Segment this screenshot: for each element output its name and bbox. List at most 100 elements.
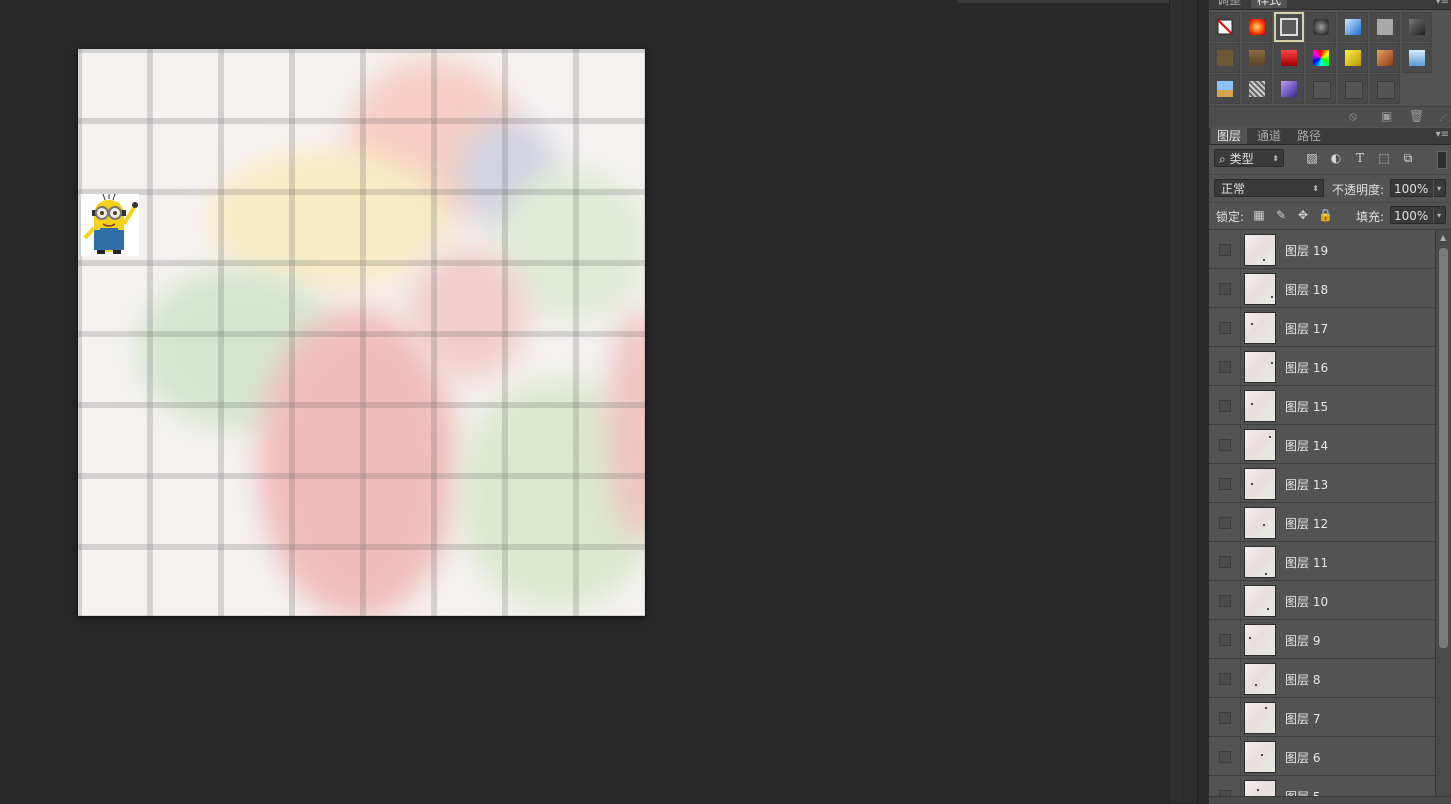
style-gold-swatch[interactable]: [1338, 43, 1368, 73]
layer-thumbnail[interactable]: [1244, 351, 1276, 383]
style-purple-swatch[interactable]: [1274, 74, 1304, 104]
document-workspace[interactable]: [0, 0, 1169, 803]
style-copper-swatch[interactable]: [1370, 43, 1400, 73]
layer-row[interactable]: 图层 14: [1209, 425, 1435, 464]
layer-row[interactable]: 图层 18: [1209, 269, 1435, 308]
image-filter-icon[interactable]: ▨: [1305, 151, 1319, 165]
layer-thumbnail[interactable]: [1244, 741, 1276, 773]
adjustment-filter-icon[interactable]: ◐: [1329, 151, 1343, 165]
style-empty-swatch[interactable]: [1306, 74, 1336, 104]
layer-row[interactable]: 图层 10: [1209, 581, 1435, 620]
filter-type-select[interactable]: ⌕ 类型 ⬍: [1214, 149, 1284, 167]
style-none-swatch[interactable]: [1210, 12, 1240, 42]
lock-all-icon[interactable]: 🔒: [1318, 208, 1333, 222]
opacity-input[interactable]: 100% ▾: [1390, 179, 1446, 198]
resize-grip-icon[interactable]: ⋰: [1439, 113, 1447, 122]
visibility-toggle[interactable]: [1219, 712, 1231, 724]
style-empty-swatch[interactable]: [1338, 74, 1368, 104]
layer-row[interactable]: 图层 7: [1209, 698, 1435, 737]
layer-thumbnail[interactable]: [1244, 585, 1276, 617]
layer-thumbnail[interactable]: [1244, 702, 1276, 734]
tab-channels[interactable]: 通道: [1251, 128, 1287, 144]
tab-styles[interactable]: 样式: [1251, 0, 1288, 8]
workspace-vertical-scrollbar[interactable]: [1169, 0, 1198, 803]
panel-menu-icon[interactable]: ▾≡: [1436, 0, 1449, 9]
style-brown-swatch[interactable]: [1210, 43, 1240, 73]
clear-style-icon[interactable]: ⦸: [1349, 109, 1357, 124]
fill-input[interactable]: 100% ▾: [1390, 206, 1446, 225]
layer-thumbnail[interactable]: [1244, 624, 1276, 656]
layer-row[interactable]: 图层 8: [1209, 659, 1435, 698]
lock-paint-icon[interactable]: ✎: [1274, 208, 1288, 222]
visibility-toggle[interactable]: [1219, 478, 1231, 490]
layer-thumbnail[interactable]: [1244, 468, 1276, 500]
scrollbar-thumb[interactable]: [1439, 248, 1448, 648]
layer-row[interactable]: 图层 17: [1209, 308, 1435, 347]
layer-thumbnail[interactable]: [1244, 663, 1276, 695]
style-red-glow-swatch[interactable]: [1242, 12, 1272, 42]
style-landscape-swatch[interactable]: [1210, 74, 1240, 104]
visibility-toggle[interactable]: [1219, 322, 1231, 334]
style-gray-swatch[interactable]: [1370, 12, 1400, 42]
shape-filter-icon[interactable]: ⬚: [1377, 151, 1391, 165]
layer-row[interactable]: 图层 9: [1209, 620, 1435, 659]
layer-row[interactable]: 图层 16: [1209, 347, 1435, 386]
style-blue-glass-swatch[interactable]: [1338, 12, 1368, 42]
layer-thumbnail[interactable]: [1244, 234, 1276, 266]
layer-name: 图层 6: [1285, 751, 1321, 765]
visibility-toggle[interactable]: [1219, 283, 1231, 295]
row-divider: [1240, 659, 1241, 697]
layer-row[interactable]: 图层 15: [1209, 386, 1435, 425]
delete-style-icon[interactable]: 🗑: [1409, 109, 1424, 123]
scroll-up-icon[interactable]: ▲: [1440, 233, 1446, 242]
tab-adjustments[interactable]: 调整: [1211, 0, 1247, 8]
style-sky-swatch[interactable]: [1402, 43, 1432, 73]
layer-row[interactable]: 图层 12: [1209, 503, 1435, 542]
type-filter-icon[interactable]: T: [1353, 151, 1367, 165]
style-dark-chrome-swatch[interactable]: [1306, 12, 1336, 42]
style-pattern-swatch[interactable]: [1242, 74, 1272, 104]
style-red-bevel-swatch[interactable]: [1274, 43, 1304, 73]
visibility-toggle[interactable]: [1219, 673, 1231, 685]
thumbnail-dot: [1269, 436, 1271, 438]
smart-object-filter-icon[interactable]: ⧉: [1401, 151, 1415, 165]
tab-paths[interactable]: 路径: [1291, 128, 1327, 144]
visibility-toggle[interactable]: [1219, 517, 1231, 529]
layer-thumbnail[interactable]: [1244, 507, 1276, 539]
chevron-down-icon[interactable]: ▾: [1432, 180, 1441, 198]
style-empty-swatch[interactable]: [1370, 74, 1400, 104]
visibility-toggle[interactable]: [1219, 244, 1231, 256]
layer-row[interactable]: 图层 13: [1209, 464, 1435, 503]
visibility-toggle[interactable]: [1219, 439, 1231, 451]
chevron-down-icon[interactable]: ▾: [1432, 207, 1441, 225]
lock-move-icon[interactable]: ✥: [1296, 208, 1310, 222]
visibility-toggle[interactable]: [1219, 634, 1231, 646]
style-wood-swatch[interactable]: [1242, 43, 1272, 73]
style-gray-bevel-swatch[interactable]: [1402, 12, 1432, 42]
style-selected-swatch[interactable]: [1274, 12, 1304, 42]
style-rainbow-swatch[interactable]: [1306, 43, 1336, 73]
filter-toggle-switch[interactable]: [1437, 151, 1447, 169]
layers-scrollbar[interactable]: ▲: [1435, 230, 1451, 803]
visibility-toggle[interactable]: [1219, 751, 1231, 763]
minion-image[interactable]: [81, 193, 139, 256]
layer-thumbnail[interactable]: [1244, 312, 1276, 344]
layer-thumbnail[interactable]: [1244, 390, 1276, 422]
visibility-toggle[interactable]: [1219, 556, 1231, 568]
lock-transparent-icon[interactable]: ▦: [1252, 208, 1266, 222]
layer-thumbnail[interactable]: [1244, 546, 1276, 578]
new-style-icon[interactable]: ▣: [1381, 109, 1392, 123]
layer-row[interactable]: 图层 6: [1209, 737, 1435, 776]
layer-row[interactable]: 图层 11: [1209, 542, 1435, 581]
layers-panel-menu-icon[interactable]: ▾≡: [1436, 128, 1449, 142]
document-canvas[interactable]: [78, 49, 645, 616]
layer-row[interactable]: 图层 19: [1209, 230, 1435, 269]
layer-thumbnail[interactable]: [1244, 429, 1276, 461]
visibility-toggle[interactable]: [1219, 595, 1231, 607]
layer-thumbnail[interactable]: [1244, 273, 1276, 305]
visibility-toggle[interactable]: [1219, 361, 1231, 373]
tab-layers[interactable]: 图层: [1211, 128, 1248, 144]
visibility-toggle[interactable]: [1219, 400, 1231, 412]
blend-mode-select[interactable]: 正常 ⬍: [1214, 179, 1324, 197]
layer-list[interactable]: 图层 19 图层 18 图层 17 图层 16 图层 15 图层 14 图层 13 图层 12…: [1209, 230, 1435, 803]
